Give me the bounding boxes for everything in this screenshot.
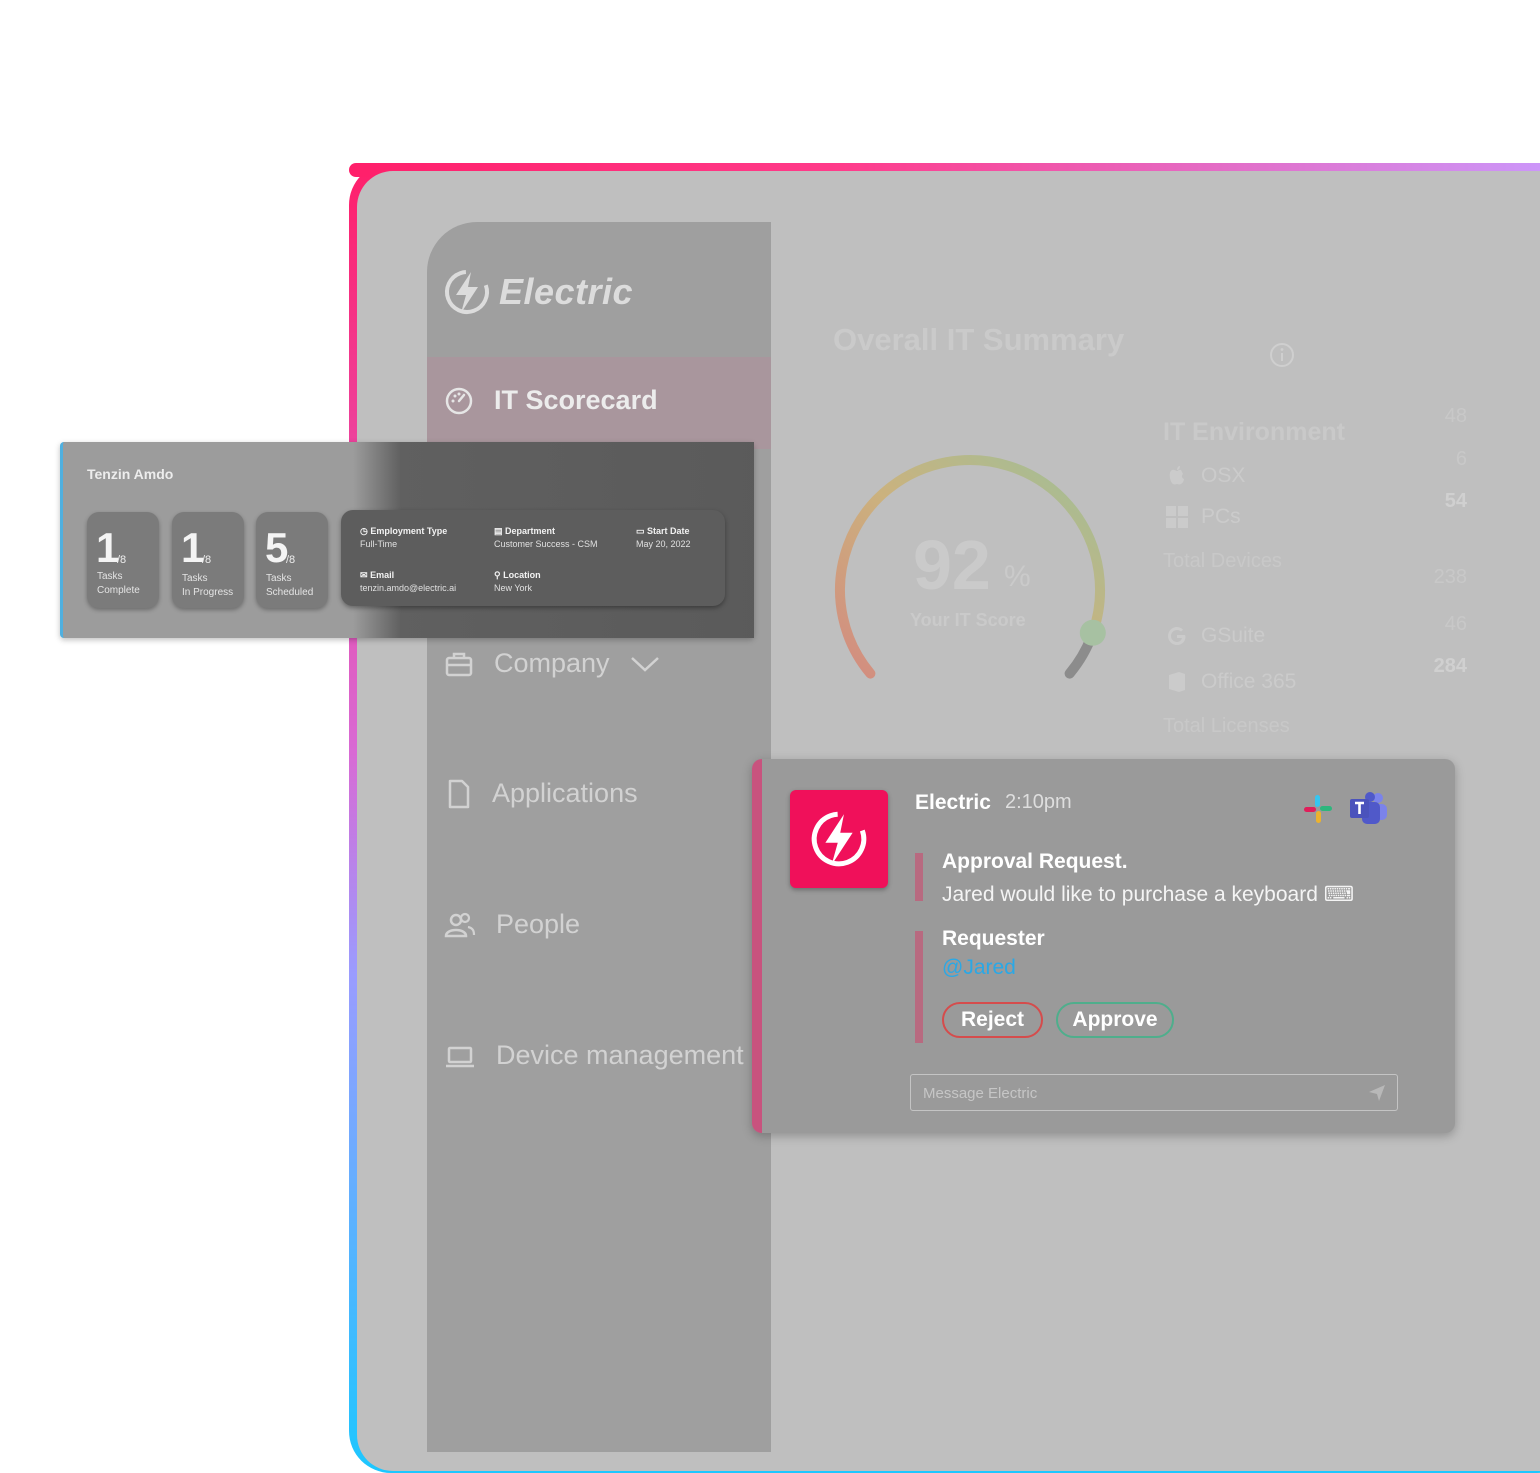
document-icon bbox=[448, 779, 470, 808]
detail-location: ⚲ Location New York bbox=[494, 570, 541, 593]
approval-message-card: Electric 2:10pm Approval Request. Jared … bbox=[752, 759, 1455, 1133]
task-counter-in-progress[interactable]: 1 /8 Tasks In Progress bbox=[172, 512, 244, 608]
briefcase-icon bbox=[445, 652, 473, 676]
reject-button[interactable]: Reject bbox=[942, 1002, 1043, 1038]
approve-button[interactable]: Approve bbox=[1056, 1002, 1174, 1038]
office-icon bbox=[1169, 672, 1185, 692]
task-count: 1 bbox=[96, 524, 120, 571]
message-accent-bar bbox=[752, 759, 762, 1133]
task-counter-complete[interactable]: 1 /8 Tasks Complete bbox=[87, 512, 159, 608]
it-score-label: Your IT Score bbox=[910, 610, 1026, 630]
teams-icon[interactable] bbox=[1349, 791, 1389, 827]
total-devices-count: 54 bbox=[1444, 490, 1467, 512]
sidebar-item-label: Applications bbox=[492, 778, 638, 808]
message-sender: Electric bbox=[915, 791, 991, 814]
apple-icon bbox=[1169, 466, 1184, 485]
message-input[interactable]: Message Electric bbox=[910, 1074, 1398, 1111]
gauge-knob bbox=[1079, 619, 1106, 646]
it-score-value: 92 bbox=[913, 526, 991, 604]
task-total: /8 bbox=[286, 554, 296, 566]
pcs-count: 6 bbox=[1455, 448, 1467, 470]
pin-icon: ⚲ bbox=[494, 570, 501, 580]
task-count: 1 bbox=[181, 524, 205, 571]
building-icon: ▤ bbox=[494, 526, 503, 536]
sidebar-item-it-scorecard[interactable]: IT Scorecard bbox=[444, 385, 658, 416]
detail-start-date: ▭ Start Date May 20, 2022 bbox=[636, 526, 691, 549]
task-count: 5 bbox=[265, 524, 289, 571]
message-time: 2:10pm bbox=[1005, 791, 1072, 813]
sidebar-item-label: Company bbox=[494, 648, 610, 678]
gauge-icon bbox=[445, 387, 473, 414]
brand-logo: Electric bbox=[443, 267, 633, 317]
bolt-logo-icon bbox=[811, 811, 867, 867]
gsuite-label: GSuite bbox=[1201, 624, 1266, 647]
total-licenses-count: 284 bbox=[1433, 655, 1467, 677]
sidebar-item-label: People bbox=[496, 909, 581, 939]
task-total: /8 bbox=[117, 554, 127, 566]
people-icon bbox=[444, 912, 476, 937]
office365-label: Office 365 bbox=[1201, 670, 1297, 693]
detail-employment-type: ◷ Employment Type Full-Time bbox=[360, 526, 448, 549]
sidebar-item-device-management[interactable]: Device management bbox=[444, 1040, 744, 1071]
info-icon[interactable] bbox=[1269, 342, 1295, 368]
employee-profile-card: Tenzin Amdo 1 /8 Tasks Complete 1 /8 Task… bbox=[60, 442, 754, 638]
slack-icon[interactable] bbox=[1302, 793, 1334, 825]
env-row-osx: OSX bbox=[1165, 464, 1245, 488]
pcs-label: PCs bbox=[1201, 505, 1241, 528]
windows-icon bbox=[1166, 506, 1188, 528]
sidebar-item-label: IT Scorecard bbox=[494, 385, 658, 415]
total-devices-label: Total Devices bbox=[1163, 550, 1282, 572]
laptop-icon bbox=[446, 1046, 474, 1067]
clock-icon: ◷ bbox=[360, 526, 368, 536]
sidebar-item-people[interactable]: People bbox=[444, 909, 580, 940]
env-row-gsuite: GSuite bbox=[1165, 624, 1265, 648]
quote-bar bbox=[915, 853, 923, 901]
sidebar-item-applications[interactable]: Applications bbox=[446, 778, 638, 809]
total-licenses-label: Total Licenses bbox=[1163, 715, 1290, 737]
env-row-pcs: PCs bbox=[1165, 505, 1241, 529]
sidebar-item-company[interactable]: Company bbox=[444, 648, 660, 679]
request-title: Approval Request. bbox=[942, 850, 1128, 873]
env-row-office365: Office 365 bbox=[1165, 670, 1296, 694]
it-environment-title: IT Environment bbox=[1163, 418, 1345, 446]
task-total: /8 bbox=[202, 554, 212, 566]
message-input-placeholder: Message Electric bbox=[923, 1085, 1038, 1102]
brand-name: Electric bbox=[499, 271, 634, 312]
detail-email: ✉ Email tenzin.amdo@electric.ai bbox=[360, 570, 457, 593]
bolt-logo-icon bbox=[445, 270, 489, 314]
osx-count: 48 bbox=[1444, 405, 1467, 427]
send-icon[interactable] bbox=[1367, 1083, 1387, 1103]
employee-name: Tenzin Amdo bbox=[87, 466, 174, 482]
mail-icon: ✉ bbox=[360, 570, 368, 580]
requester-mention[interactable]: @Jared bbox=[942, 956, 1016, 980]
employee-details-panel: ◷ Employment Type Full-Time ▤ Department… bbox=[341, 510, 725, 606]
task-label: Tasks Complete bbox=[97, 571, 140, 596]
task-label: Tasks In Progress bbox=[182, 573, 234, 598]
it-score-unit: % bbox=[1004, 560, 1031, 593]
gsuite-count: 238 bbox=[1433, 566, 1467, 588]
task-counter-scheduled[interactable]: 5 /8 Tasks Scheduled bbox=[256, 512, 328, 608]
requester-label: Requester bbox=[942, 927, 1045, 950]
sidebar-item-label: Device management bbox=[496, 1040, 744, 1070]
osx-label: OSX bbox=[1201, 464, 1246, 487]
detail-department: ▤ Department Customer Success - CSM bbox=[494, 526, 598, 549]
google-icon bbox=[1168, 627, 1186, 645]
quote-bar bbox=[915, 931, 923, 1043]
summary-title: Overall IT Summary bbox=[833, 322, 1125, 357]
chevron-down-icon[interactable] bbox=[630, 654, 660, 674]
request-text: Jared would like to purchase a keyboard … bbox=[942, 883, 1355, 906]
task-label: Tasks Scheduled bbox=[266, 573, 314, 598]
office365-count: 46 bbox=[1444, 613, 1467, 635]
electric-app-avatar bbox=[790, 790, 888, 888]
calendar-icon: ▭ bbox=[636, 526, 645, 536]
